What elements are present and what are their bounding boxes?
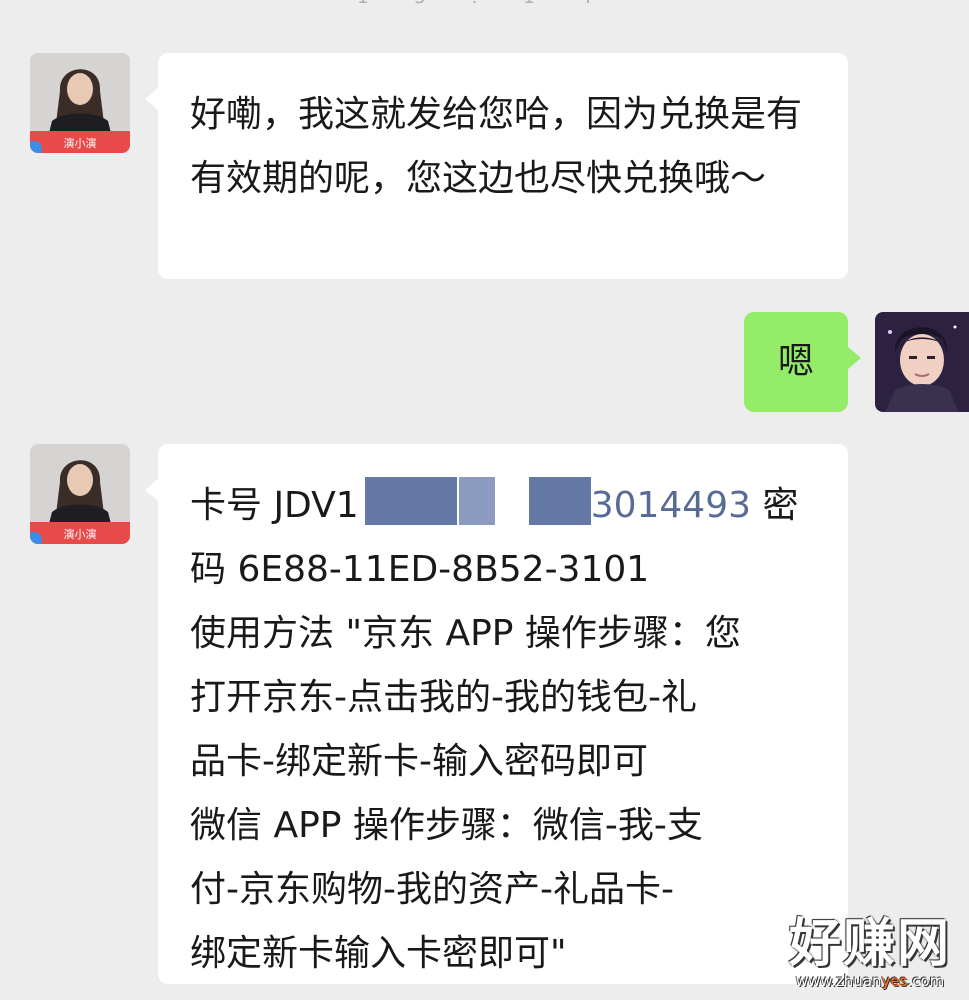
card-number-line: 卡号 JDV1 3014493 密 xyxy=(190,474,828,538)
status-strip: 1 5 : 1 4 xyxy=(0,0,969,10)
message-text: 好嘞，我这就发给您哈，因为兑换是有有效期的呢，您这边也尽快兑换哦～ xyxy=(190,94,803,199)
card-number-link[interactable]: 3014493 xyxy=(591,485,751,526)
avatar-badge-text: 演小演 xyxy=(64,136,97,150)
agent-avatar[interactable]: 演小演 xyxy=(30,444,130,544)
avatar-badge-text: 演小演 xyxy=(64,527,97,541)
message-bubble-agent[interactable]: 卡号 JDV1 3014493 密 码 6E88-11ED-8B52-3101 使… xyxy=(145,444,848,984)
watermark-url: www.zhuanyes.com xyxy=(795,972,945,990)
instruction-line: 微信 APP 操作步骤：微信-我-支 xyxy=(190,805,703,846)
password-line: 码 6E88-11ED-8B52-3101 xyxy=(190,549,650,590)
instruction-line: 使用方法 "京东 APP 操作步骤：您 xyxy=(190,613,741,654)
message-bubble-agent[interactable]: 好嘞，我这就发给您哈，因为兑换是有有效期的呢，您这边也尽快兑换哦～ xyxy=(145,53,848,279)
site-watermark: 好赚网 www.zhuanyes.com xyxy=(789,916,951,990)
user-avatar[interactable] xyxy=(875,312,969,412)
instruction-line: 打开京东-点击我的-我的钱包-礼 xyxy=(190,677,697,718)
card-number-prefix: 卡号 JDV1 xyxy=(190,485,359,526)
watermark-logo: 好赚网 xyxy=(788,914,951,974)
instruction-line: 绑定新卡输入卡密即可" xyxy=(190,933,567,974)
message-bubble-user[interactable]: 嗯 xyxy=(744,312,861,412)
message-text: 嗯 xyxy=(778,341,815,382)
agent-avatar[interactable]: 演小演 xyxy=(30,53,130,153)
redaction-mask xyxy=(359,477,591,525)
instruction-line: 付-京东购物-我的资产-礼品卡- xyxy=(190,869,674,910)
instruction-line: 品卡-绑定新卡-输入密码即可 xyxy=(190,741,648,782)
